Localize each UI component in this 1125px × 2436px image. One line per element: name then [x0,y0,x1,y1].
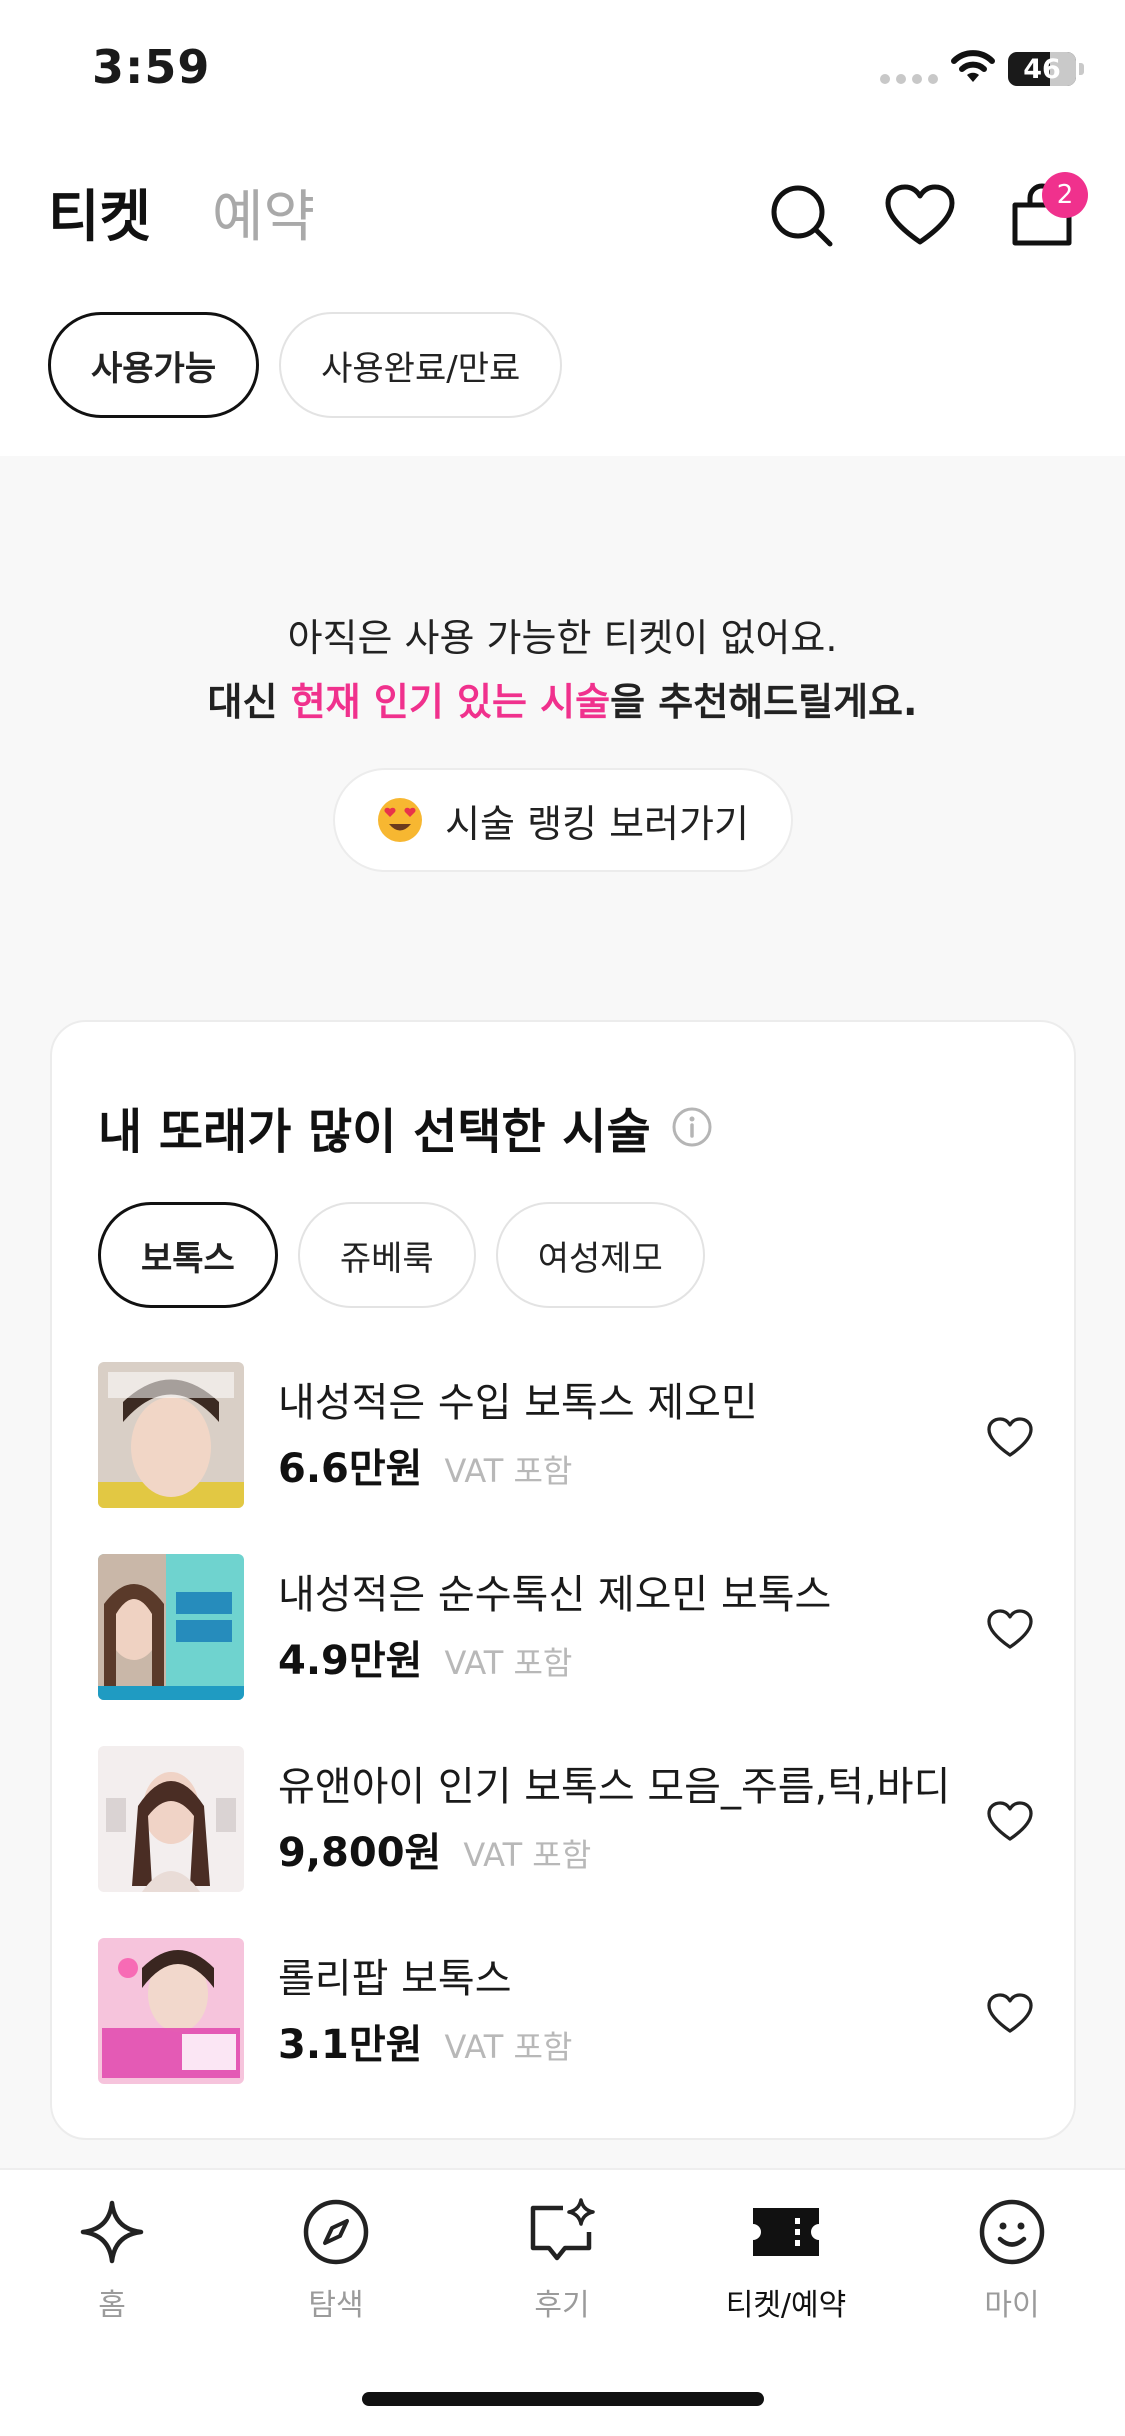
product-price: 9,800원 [278,1830,442,1876]
tab-ticket[interactable]: 티켓 [48,172,151,253]
treatment-category-chips: 보톡스 쥬베룩 여성제모 [98,1202,705,1308]
cart-count-badge: 2 [1042,172,1088,218]
filter-available[interactable]: 사용가능 [48,312,260,418]
heart-outline-icon [987,1801,1033,1841]
empty-state-suffix: 을 추천해드릴게요. [610,680,918,724]
search-icon [771,185,833,247]
product-like-button[interactable] [982,1410,1038,1466]
filter-used-expired[interactable]: 사용완료/만료 [279,312,563,418]
home-indicator [362,2392,764,2406]
nav-my[interactable]: 마이 [922,2196,1102,2324]
nav-reviews[interactable]: 후기 [472,2196,652,2324]
empty-state-highlight: 현재 인기 있는 시술 [290,680,611,724]
product-name: 유앤아이 인기 보톡스 모음_주름,턱,바디 [278,1764,951,1810]
product-price: 4.9만원 [278,1638,423,1684]
product-vat-note: VAT 포함 [444,1644,573,1682]
empty-state-prefix: 대신 [207,680,291,724]
battery-icon: 46 [1008,52,1076,86]
product-price: 3.1만원 [278,2022,423,2068]
ticket-filter-row: 사용가능 사용완료/만료 [48,312,563,418]
battery-tip [1079,63,1084,75]
nav-home-label: 홈 [98,2288,126,2323]
category-hair-removal[interactable]: 여성제모 [495,1202,705,1308]
product-vat-note: VAT 포함 [463,1836,592,1874]
product-price-row: 3.1만원 VAT 포함 [278,2012,572,2070]
heart-outline-icon [987,1993,1033,2033]
product-item[interactable]: 유앤아이 인기 보톡스 모음_주름,턱,바디 9,800원 VAT 포함 [98,1746,1038,1938]
product-like-button[interactable] [982,1986,1038,2042]
nav-home[interactable]: 홈 [22,2196,202,2324]
nav-explore[interactable]: 탐색 [246,2196,426,2324]
cellular-signal-icon [880,74,938,84]
smiley-icon [979,2199,1045,2265]
category-juvelook[interactable]: 쥬베룩 [297,1202,476,1308]
product-thumbnail [98,1554,244,1700]
product-name: 롤리팝 보톡스 [278,1956,512,2002]
product-name: 내성적은 순수톡신 제오민 보톡스 [278,1572,832,1618]
heart-outline-icon [987,1417,1033,1457]
nav-reviews-label: 후기 [534,2288,590,2323]
product-thumbnail [98,1746,244,1892]
cart-button[interactable]: 2 [1004,172,1088,254]
battery-level: 46 [1023,53,1061,85]
product-price-row: 6.6만원 VAT 포함 [278,1436,572,1494]
recommendation-title: 내 또래가 많이 선택한 시술 [98,1092,713,1162]
product-list: 내성적은 수입 보톡스 제오민 6.6만원 VAT 포함 내성적은 순수톡신 제… [98,1362,1038,2130]
main-content: 아직은 사용 가능한 티켓이 없어요. 대신 현재 인기 있는 시술을 추천해드… [0,456,1125,2168]
tab-reservation[interactable]: 예약 [212,172,315,253]
category-botox[interactable]: 보톡스 [98,1202,278,1308]
empty-state-message: 아직은 사용 가능한 티켓이 없어요. 대신 현재 인기 있는 시술을 추천해드… [0,606,1125,734]
product-item[interactable]: 내성적은 순수톡신 제오민 보톡스 4.9만원 VAT 포함 [98,1554,1038,1746]
heart-icon [885,184,955,245]
info-icon[interactable] [671,1106,713,1148]
nav-explore-label: 탐색 [308,2288,364,2323]
product-thumbnail [98,1362,244,1508]
heart-outline-icon [987,1609,1033,1649]
search-button[interactable] [764,178,840,254]
status-bar: 3:59 46 [0,0,1125,135]
heart-eyes-emoji-icon [378,798,423,842]
product-item[interactable]: 롤리팝 보톡스 3.1만원 VAT 포함 [98,1938,1038,2130]
product-thumbnail [98,1938,244,2084]
ticket-icon [753,2208,819,2256]
product-price-row: 9,800원 VAT 포함 [278,1820,591,1878]
recommendation-title-text: 내 또래가 많이 선택한 시술 [98,1104,651,1160]
nav-ticket-reservation[interactable]: 티켓/예약 [696,2196,876,2324]
nav-my-label: 마이 [984,2288,1040,2323]
product-vat-note: VAT 포함 [444,1452,573,1490]
compass-icon [303,2199,369,2265]
product-price: 6.6만원 [278,1446,423,1492]
wishlist-button[interactable] [882,178,958,254]
product-item[interactable]: 내성적은 수입 보톡스 제오민 6.6만원 VAT 포함 [98,1362,1038,1554]
status-time: 3:59 [92,40,211,94]
product-like-button[interactable] [982,1602,1038,1658]
empty-state-line1: 아직은 사용 가능한 티켓이 없어요. [287,616,838,660]
product-name: 내성적은 수입 보톡스 제오민 [278,1380,758,1426]
product-like-button[interactable] [982,1794,1038,1850]
empty-state-line2: 대신 현재 인기 있는 시술을 추천해드릴게요. [0,670,1125,734]
recommendation-card: 내 또래가 많이 선택한 시술 보톡스 쥬베룩 여성제모 내성적은 수입 보톡스… [50,1020,1076,2140]
nav-ticket-reservation-label: 티켓/예약 [725,2288,847,2323]
product-vat-note: VAT 포함 [444,2028,573,2066]
wifi-icon [951,50,995,82]
treatment-ranking-button[interactable]: 시술 랭킹 보러가기 [333,768,793,872]
sparkle-icon [80,2200,144,2264]
treatment-ranking-label: 시술 랭킹 보러가기 [445,801,749,846]
product-price-row: 4.9만원 VAT 포함 [278,1628,572,1686]
app-header: 티켓 예약 2 [0,160,1125,290]
review-bubble-icon [530,2198,595,2261]
